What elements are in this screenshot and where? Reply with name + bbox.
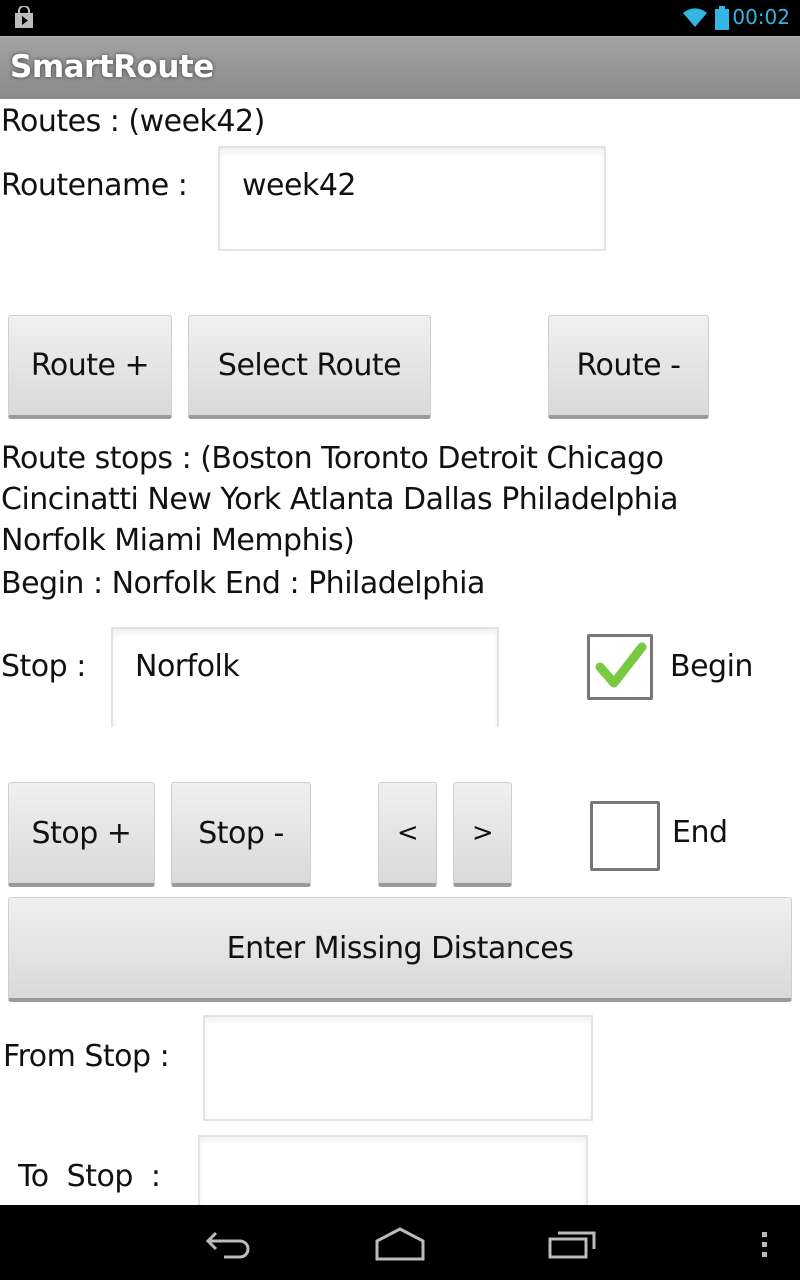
to-stop-label: To Stop : xyxy=(18,1159,161,1194)
overflow-menu-icon[interactable] xyxy=(760,1231,770,1259)
begin-checkbox-label: Begin xyxy=(670,649,753,684)
select-route-button[interactable]: Select Route xyxy=(188,315,431,419)
enter-missing-distances-button[interactable]: Enter Missing Distances xyxy=(8,897,792,1002)
route-remove-button[interactable]: Route - xyxy=(548,315,709,419)
route-stops-text: Route stops : (Boston Toronto Detroit Ch… xyxy=(1,441,678,558)
from-stop-label: From Stop : xyxy=(3,1039,170,1074)
to-stop-input[interactable] xyxy=(198,1135,588,1210)
action-bar: SmartRoute xyxy=(0,36,800,99)
battery-icon xyxy=(715,6,729,30)
home-icon[interactable] xyxy=(374,1227,426,1261)
back-icon[interactable] xyxy=(204,1229,256,1259)
end-checkbox-label: End xyxy=(672,815,728,850)
end-checkbox[interactable] xyxy=(590,801,660,871)
begin-end-text: Begin : Norfolk End : Philadelphia xyxy=(1,566,485,601)
routename-value: week42 xyxy=(242,168,357,203)
stop-value: Norfolk xyxy=(135,649,240,684)
recent-apps-icon[interactable] xyxy=(546,1229,598,1259)
stop-input[interactable]: Norfolk xyxy=(111,627,499,727)
checkmark-icon xyxy=(595,642,647,688)
next-stop-button[interactable]: > xyxy=(453,782,512,887)
previous-stop-button[interactable]: < xyxy=(378,782,437,887)
navigation-bar xyxy=(0,1205,800,1280)
stop-add-button[interactable]: Stop + xyxy=(8,782,155,887)
routename-label: Routename : xyxy=(1,168,188,203)
status-bar: 00:02 xyxy=(0,0,800,36)
app-title: SmartRoute xyxy=(10,49,214,85)
from-stop-input[interactable] xyxy=(203,1015,593,1121)
route-add-button[interactable]: Route + xyxy=(8,315,172,419)
begin-checkbox[interactable] xyxy=(587,634,653,700)
routename-input[interactable]: week42 xyxy=(218,146,606,251)
clock: 00:02 xyxy=(732,5,790,29)
routes-label: Routes : (week42) xyxy=(1,104,265,139)
wifi-icon xyxy=(683,8,707,27)
play-store-bag-icon xyxy=(15,6,33,28)
stop-remove-button[interactable]: Stop - xyxy=(171,782,311,887)
stop-label: Stop : xyxy=(1,649,86,684)
